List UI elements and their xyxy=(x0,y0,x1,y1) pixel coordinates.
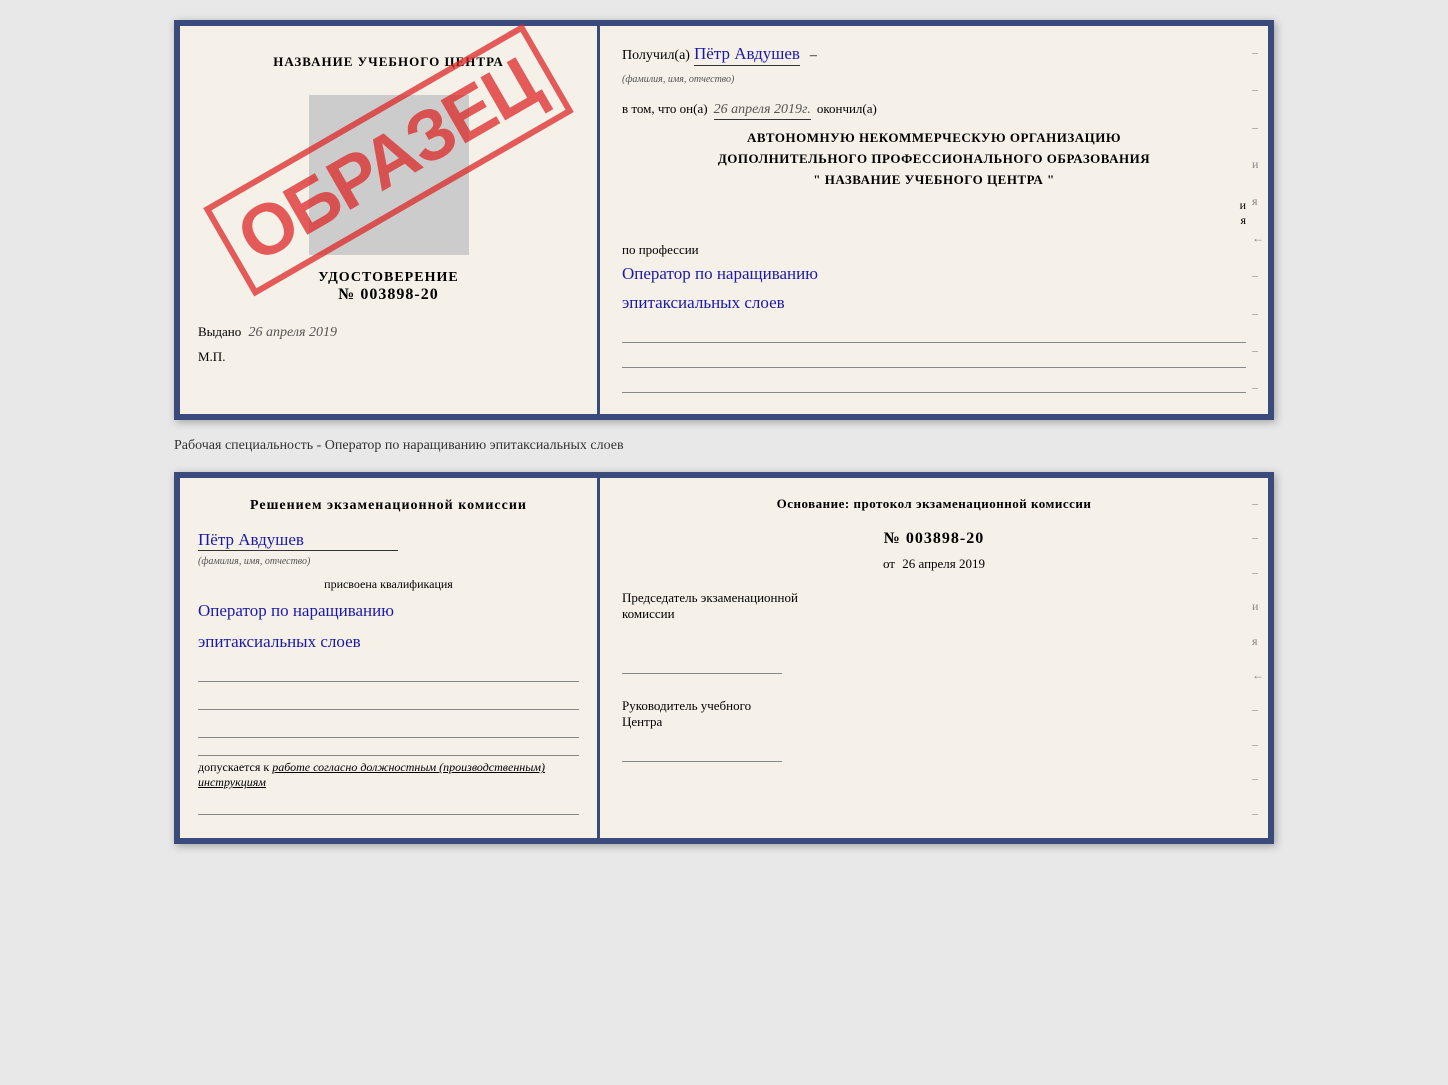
udostoverenie-number: № 003898-20 xyxy=(318,286,458,304)
udostoverenie-label: УДОСТОВЕРЕНИЕ xyxy=(318,270,458,286)
underline-3 xyxy=(622,371,1246,393)
rukovoditel-line1: Руководитель учебного xyxy=(622,698,1246,714)
qual-underline-1 xyxy=(198,660,579,682)
fio-top: Пётр Авдушев xyxy=(694,44,800,66)
dopuskaetsya-label: допускается к xyxy=(198,760,269,774)
vtom-date: 26 апреля 2019г. xyxy=(714,102,811,120)
underline-2 xyxy=(622,346,1246,368)
vydano-date: 26 апреля 2019 xyxy=(249,325,337,340)
org-line2: ДОПОЛНИТЕЛЬНОГО ПРОФЕССИОНАЛЬНОГО ОБРАЗО… xyxy=(622,149,1246,170)
protocol-number: № 003898-20 xyxy=(622,530,1246,548)
prisvoena-label: присвоена квалификация xyxy=(198,577,579,592)
ya-label: я xyxy=(1240,213,1246,228)
osnovanie-title: Основание: протокол экзаменационной коми… xyxy=(622,496,1246,512)
school-name-top: НАЗВАНИЕ УЧЕБНОГО ЦЕНТРА xyxy=(273,54,504,70)
bottom-document: Решением экзаменационной комиссии Пётр А… xyxy=(174,472,1274,844)
profession-line2: эпитаксиальных слоев xyxy=(622,289,1246,318)
qual-underline-2 xyxy=(198,688,579,710)
bottom-doc-right: Основание: протокол экзаменационной коми… xyxy=(600,478,1268,838)
spine-right-bottom: – – – и я ← – – – – xyxy=(1250,478,1266,838)
predsedatel-line1: Председатель экзаменационной xyxy=(622,590,1246,606)
bottom-doc-left: Решением экзаменационной комиссии Пётр А… xyxy=(180,478,600,838)
rukovoditel-line2: Центра xyxy=(622,714,1246,730)
udostoverenie-block: УДОСТОВЕРЕНИЕ № 003898-20 xyxy=(318,270,458,304)
dopuskaetsya-underline xyxy=(198,793,579,815)
poprofessii-line: по профессии xyxy=(622,242,1246,258)
poluchil-label: Получил(а) xyxy=(622,48,690,64)
qual-block: Оператор по наращиванию эпитаксиальных с… xyxy=(198,596,579,657)
mp-line: М.П. xyxy=(198,349,225,365)
dash-top: – xyxy=(810,48,817,64)
predsedatel-label: Председатель экзаменационной комиссии xyxy=(622,590,1246,622)
predsedatel-sig-line xyxy=(622,652,782,674)
vtom-label: в том, что он(а) xyxy=(622,101,708,117)
predsedatel-line2: комиссии xyxy=(622,606,1246,622)
dopuskaetsya-line: допускается к работе согласно должностны… xyxy=(198,755,579,790)
and-label: и xyxy=(1240,198,1246,213)
org-block: АВТОНОМНУЮ НЕКОММЕРЧЕСКУЮ ОРГАНИЗАЦИЮ ДО… xyxy=(622,128,1246,190)
qual-line1: Оператор по наращиванию xyxy=(198,596,579,627)
vydano-line: Выдано 26 апреля 2019 xyxy=(198,324,579,341)
fio-block-bottom: Пётр Авдушев (фамилия, имя, отчество) xyxy=(198,530,579,569)
top-doc-right: Получил(а) Пётр Авдушев – (фамилия, имя,… xyxy=(600,26,1268,414)
qual-underline-3 xyxy=(198,716,579,738)
page-wrapper: НАЗВАНИЕ УЧЕБНОГО ЦЕНТРА ОБРАЗЕЦ УДОСТОВ… xyxy=(20,20,1428,844)
okonchil-label: окончил(а) xyxy=(817,101,877,117)
top-document: НАЗВАНИЕ УЧЕБНОГО ЦЕНТРА ОБРАЗЕЦ УДОСТОВ… xyxy=(174,20,1274,420)
stamp-placeholder xyxy=(309,95,469,255)
qual-line2: эпитаксиальных слоев xyxy=(198,627,579,658)
vtom-line: в том, что он(а) 26 апреля 2019г. окончи… xyxy=(622,101,1246,120)
ot-date-value: 26 апреля 2019 xyxy=(902,556,985,571)
poluchil-line: Получил(а) Пётр Авдушев – (фамилия, имя,… xyxy=(622,44,1246,87)
org-line3: " НАЗВАНИЕ УЧЕБНОГО ЦЕНТРА " xyxy=(622,170,1246,191)
fio-subtitle-top: (фамилия, имя, отчество) xyxy=(622,74,734,85)
rukovoditel-label: Руководитель учебного Центра xyxy=(622,698,1246,730)
spine-right-top: – – – и я ← – – – – xyxy=(1250,26,1266,414)
underline-1 xyxy=(622,321,1246,343)
vydano-label: Выдано xyxy=(198,324,241,339)
ot-date-line: от 26 апреля 2019 xyxy=(622,556,1246,572)
rukovoditel-sig-line xyxy=(622,740,782,762)
profession-line1: Оператор по наращиванию xyxy=(622,260,1246,289)
ot-label: от xyxy=(883,556,895,571)
org-line1: АВТОНОМНУЮ НЕКОММЕРЧЕСКУЮ ОРГАНИЗАЦИЮ xyxy=(622,128,1246,149)
top-doc-left: НАЗВАНИЕ УЧЕБНОГО ЦЕНТРА ОБРАЗЕЦ УДОСТОВ… xyxy=(180,26,600,414)
profession-block: Оператор по наращиванию эпитаксиальных с… xyxy=(622,260,1246,318)
fio-bottom: Пётр Авдушев xyxy=(198,530,398,551)
middle-text: Рабочая специальность - Оператор по нара… xyxy=(174,438,1274,454)
resheniem-title: Решением экзаменационной комиссии xyxy=(198,498,579,514)
fio-subtitle-bottom: (фамилия, имя, отчество) xyxy=(198,556,310,567)
